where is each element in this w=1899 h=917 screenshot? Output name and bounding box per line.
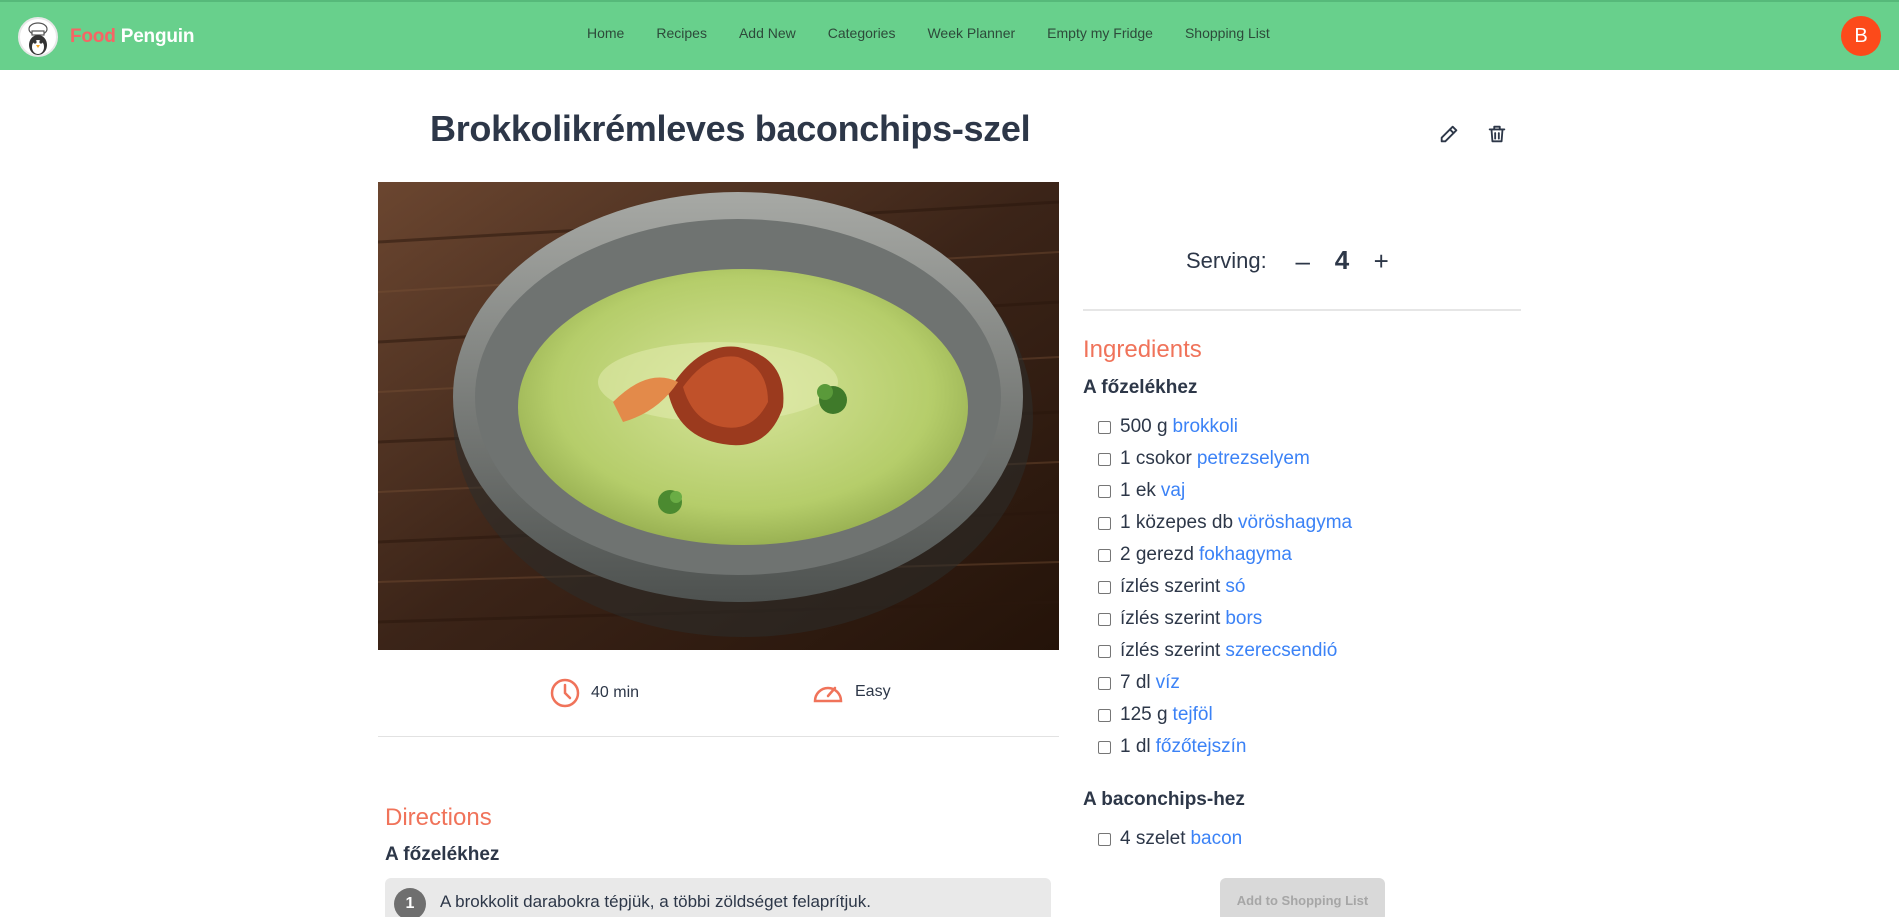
ingredients-list: 4 szelet bacon xyxy=(1098,823,1242,855)
brand-logo-link[interactable]: Food Penguin xyxy=(18,17,194,57)
ingredient-link[interactable]: vaj xyxy=(1161,480,1185,502)
speedometer-icon xyxy=(813,686,843,703)
ingredient-checkbox[interactable] xyxy=(1098,676,1111,690)
ingredient-quantity: 1 csokor xyxy=(1120,448,1192,469)
ingredient-item: 4 szelet bacon xyxy=(1098,823,1242,855)
directions-heading: Directions xyxy=(385,804,492,831)
ingredient-quantity: 500 g xyxy=(1120,416,1168,437)
step-text: A brokkolit darabokra tépjük, a többi zö… xyxy=(440,892,871,911)
ingredient-checkbox[interactable] xyxy=(1098,484,1111,498)
ingredient-item: 1 közepes db vöröshagyma xyxy=(1098,507,1352,539)
serving-increase-button[interactable]: + xyxy=(1369,248,1393,274)
ingredient-quantity: 4 szelet xyxy=(1120,828,1186,849)
ingredient-quantity: ízlés szerint xyxy=(1120,576,1221,597)
ingredient-quantity: 2 gerezd xyxy=(1120,544,1194,565)
ingredient-item: ízlés szerint bors xyxy=(1098,603,1352,635)
nav-item-add-new[interactable]: Add New xyxy=(739,25,796,41)
add-to-shopping-list-button[interactable]: Add to Shopping List xyxy=(1220,878,1385,917)
penguin-chef-logo-icon xyxy=(18,17,58,57)
ingredient-link[interactable]: bors xyxy=(1225,608,1262,630)
serving-label: Serving: xyxy=(1186,247,1267,273)
ingredient-quantity: 7 dl xyxy=(1120,672,1151,693)
ingredient-item: ízlés szerint szerecsendió xyxy=(1098,635,1352,667)
direction-step: 1 A brokkolit darabokra tépjük, a többi … xyxy=(385,878,1051,917)
ingredient-link[interactable]: vöröshagyma xyxy=(1238,512,1352,534)
recipe-title: Brokkolikrémleves baconchips-szel xyxy=(430,108,1031,149)
recipe-photo xyxy=(378,182,1059,650)
cook-time: 40 min xyxy=(549,677,639,709)
ingredient-checkbox[interactable] xyxy=(1098,516,1111,530)
ingredients-group-title: A baconchips-hez xyxy=(1083,789,1245,810)
nav-item-shopping-list[interactable]: Shopping List xyxy=(1185,25,1270,41)
main-nav: Home Recipes Add New Categories Week Pla… xyxy=(587,25,1302,41)
ingredient-checkbox[interactable] xyxy=(1098,740,1111,754)
ingredient-checkbox[interactable] xyxy=(1098,832,1111,846)
ingredients-group-title: A főzelékhez xyxy=(1083,377,1198,398)
ingredient-checkbox[interactable] xyxy=(1098,580,1111,594)
ingredient-link[interactable]: bacon xyxy=(1190,828,1242,850)
ingredient-item: 500 g brokkoli xyxy=(1098,411,1352,443)
user-avatar[interactable]: B xyxy=(1841,16,1881,56)
brand-name: Food Penguin xyxy=(70,26,194,48)
ingredients-list: 500 g brokkoli 1 csokor petrezselyem 1 ek v… xyxy=(1098,411,1352,763)
difficulty: Easy xyxy=(811,677,891,707)
ingredient-checkbox[interactable] xyxy=(1098,644,1111,658)
ingredient-checkbox[interactable] xyxy=(1098,708,1111,722)
step-number: 1 xyxy=(394,888,426,917)
clock-icon xyxy=(550,678,580,708)
ingredient-item: 1 ek vaj xyxy=(1098,475,1352,507)
pencil-icon xyxy=(1440,125,1458,143)
ingredient-checkbox[interactable] xyxy=(1098,420,1111,434)
brand-name-food: Food xyxy=(70,26,116,47)
nav-item-categories[interactable]: Categories xyxy=(828,25,896,41)
nav-item-empty-my-fridge[interactable]: Empty my Fridge xyxy=(1047,25,1153,41)
ingredient-checkbox[interactable] xyxy=(1098,612,1111,626)
navbar: Food Penguin Home Recipes Add New Catego… xyxy=(0,0,1899,70)
ingredient-link[interactable]: tejföl xyxy=(1173,704,1213,726)
ingredient-link[interactable]: petrezselyem xyxy=(1197,448,1310,470)
divider xyxy=(1083,309,1521,311)
ingredients-heading: Ingredients xyxy=(1083,336,1202,363)
edit-recipe-button[interactable] xyxy=(1434,119,1464,149)
serving-decrease-button[interactable]: – xyxy=(1291,248,1315,274)
ingredient-quantity: 1 ek xyxy=(1120,480,1156,501)
nav-item-week-planner[interactable]: Week Planner xyxy=(927,25,1015,41)
ingredient-quantity: 125 g xyxy=(1120,704,1168,725)
delete-recipe-button[interactable] xyxy=(1482,119,1512,149)
directions-group-title: A főzelékhez xyxy=(385,844,500,865)
trash-icon xyxy=(1488,125,1506,143)
ingredient-link[interactable]: brokkoli xyxy=(1173,416,1238,438)
ingredient-item: 125 g tejföl xyxy=(1098,699,1352,731)
ingredient-link[interactable]: víz xyxy=(1156,672,1180,694)
divider xyxy=(378,736,1059,737)
ingredient-item: 2 gerezd fokhagyma xyxy=(1098,539,1352,571)
ingredient-quantity: 1 közepes db xyxy=(1120,512,1234,533)
brand-name-penguin: Penguin xyxy=(120,26,195,47)
ingredient-quantity: ízlés szerint xyxy=(1120,640,1221,661)
ingredient-item: 7 dl víz xyxy=(1098,667,1352,699)
difficulty-value: Easy xyxy=(855,683,891,700)
ingredient-checkbox[interactable] xyxy=(1098,548,1111,562)
ingredient-link[interactable]: fokhagyma xyxy=(1199,544,1292,566)
ingredient-item: 1 csokor petrezselyem xyxy=(1098,443,1352,475)
ingredient-link[interactable]: főzőtejszín xyxy=(1156,736,1247,758)
ingredient-item: ízlés szerint só xyxy=(1098,571,1352,603)
nav-item-recipes[interactable]: Recipes xyxy=(656,25,707,41)
nav-item-home[interactable]: Home xyxy=(587,25,624,41)
ingredient-item: 1 dl főzőtejszín xyxy=(1098,731,1352,763)
cook-time-value: 40 min xyxy=(591,684,640,701)
ingredient-link[interactable]: szerecsendió xyxy=(1225,640,1337,662)
serving-value: 4 xyxy=(1334,245,1350,275)
ingredient-quantity: 1 dl xyxy=(1120,736,1151,757)
ingredient-checkbox[interactable] xyxy=(1098,452,1111,466)
ingredient-link[interactable]: só xyxy=(1225,576,1245,598)
serving-control: Serving: – 4 + xyxy=(1186,245,1393,276)
ingredient-quantity: ízlés szerint xyxy=(1120,608,1221,629)
